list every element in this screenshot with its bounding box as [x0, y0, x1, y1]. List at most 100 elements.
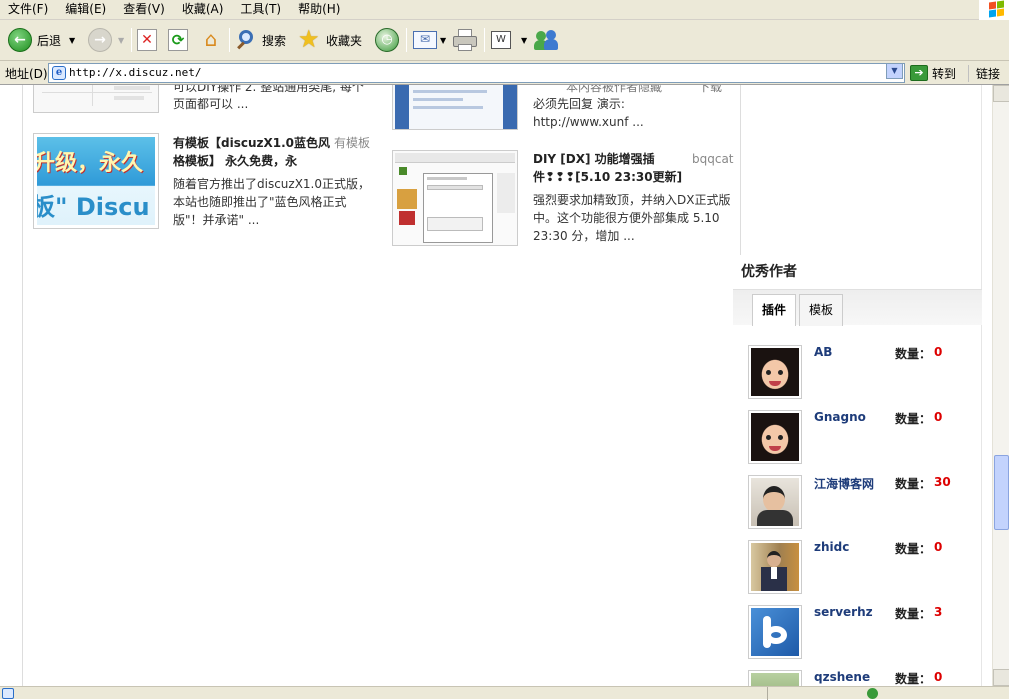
print-button[interactable] [452, 27, 478, 53]
history-icon: ◷ [375, 28, 399, 52]
article-summary: 版"！并承诺" ... [173, 213, 260, 227]
address-bar: 地址(D) e http://x.discuz.net/ ▼ ➔ 转到 链接 [0, 61, 1009, 85]
mail-button[interactable]: ✉ ▼ [413, 27, 446, 53]
favorites-button[interactable]: ★ 收藏夹 [298, 27, 362, 53]
tab-plugins[interactable]: 插件 [752, 294, 797, 326]
forward-button[interactable]: → ▼ [88, 27, 124, 53]
forward-arrow-icon: → [88, 28, 112, 52]
count-value: 0 [934, 410, 943, 424]
avatar[interactable] [748, 605, 802, 659]
edit-page-icon: W [491, 31, 511, 49]
menu-favorites[interactable]: 收藏(A) [174, 0, 233, 20]
article-summary: 中。这个功能很方便外部集成 5.10 [533, 211, 720, 225]
stop-button[interactable]: ✕ [137, 27, 157, 53]
count-value: 0 [934, 540, 943, 554]
favorites-label: 收藏夹 [326, 33, 363, 48]
author-row[interactable]: 江海博客网 数量： 30 [748, 475, 978, 529]
left-border [22, 85, 23, 686]
edit-dropdown-icon[interactable]: ▼ [521, 36, 527, 45]
count-label: 数量： [895, 542, 932, 556]
article-thumbnail[interactable]: 升级，永久 板" Discu [33, 133, 159, 229]
count-value: 30 [934, 475, 951, 489]
search-icon [234, 28, 258, 52]
links-button[interactable]: 链接 [968, 65, 1000, 82]
menu-edit[interactable]: 编辑(E) [57, 0, 115, 20]
avatar[interactable] [748, 410, 802, 464]
stop-icon: ✕ [137, 29, 157, 51]
scrollbar-thumb[interactable] [994, 455, 1009, 530]
menu-file[interactable]: 文件(F) [0, 0, 57, 20]
windows-logo-icon [979, 0, 1009, 20]
printer-icon [452, 29, 478, 51]
back-arrow-icon: ← [8, 28, 32, 52]
article-thumbnail[interactable] [33, 85, 159, 113]
author-name[interactable]: AB [814, 345, 832, 359]
download-label: 下载 [698, 85, 723, 94]
author-name[interactable]: zhidc [814, 540, 849, 554]
author-name[interactable]: qzshene [814, 670, 870, 684]
article-summary: 强烈要求加精致顶，并纳入DX正式版 [533, 193, 731, 207]
internet-zone-icon [867, 688, 878, 699]
history-button[interactable]: ◷ [375, 27, 399, 53]
menu-view[interactable]: 查看(V) [115, 0, 174, 20]
author-row[interactable]: serverhz 数量： 3 [748, 605, 978, 659]
status-bar [0, 686, 1009, 700]
messenger-button[interactable] [534, 27, 560, 53]
article-thumbnail[interactable] [392, 85, 518, 130]
author-row[interactable]: qzshene 数量： 0 [748, 670, 978, 686]
home-button[interactable]: ⌂ [198, 27, 224, 53]
author-name[interactable]: serverhz [814, 605, 873, 619]
favorites-star-icon: ★ [298, 25, 320, 53]
search-label: 搜索 [262, 33, 287, 48]
thumbnail-banner-text: 板" Discu [37, 193, 150, 221]
page-status-icon [2, 688, 14, 699]
edit-button[interactable]: W ▼ [491, 27, 527, 53]
back-label: 后退 [37, 33, 62, 48]
go-button[interactable]: ➔ 转到 [910, 63, 956, 83]
article-title[interactable]: 有模板【discuzX1.0蓝色风 [173, 134, 330, 152]
vertical-scrollbar[interactable] [992, 85, 1009, 686]
count-value: 0 [934, 345, 943, 359]
toolbar: ← 后退 ▼ → ▼ ✕ ⟳ ⌂ 搜索 ★ 收藏夹 ◷ ✉ ▼ W ▼ [0, 20, 1009, 61]
menu-help[interactable]: 帮助(H) [290, 0, 349, 20]
article-summary: http://www.xunf ... [533, 115, 644, 129]
count-label: 数量： [895, 607, 932, 621]
mail-icon: ✉ [413, 31, 437, 49]
right-border [981, 85, 982, 686]
featured-authors-heading: 优秀作者 [741, 264, 797, 280]
article-author[interactable]: 有模板 [334, 134, 370, 152]
author-name[interactable]: 江海博客网 [814, 475, 874, 492]
author-row[interactable]: zhidc 数量： 0 [748, 540, 978, 594]
article-summary: 页面都可以 ... [173, 97, 249, 111]
address-input[interactable]: e http://x.discuz.net/ [48, 63, 905, 83]
back-dropdown-icon[interactable]: ▼ [69, 36, 75, 45]
article-title[interactable]: 件❢❢❢[5.10 23:30更新] [533, 168, 682, 186]
refresh-button[interactable]: ⟳ [168, 27, 188, 53]
author-row[interactable]: AB 数量： 0 [748, 345, 978, 399]
avatar[interactable] [748, 540, 802, 594]
back-button[interactable]: ← 后退 ▼ [8, 27, 75, 53]
count-label: 数量： [895, 412, 932, 426]
article-author[interactable]: bqqcat [692, 150, 734, 168]
search-button[interactable]: 搜索 [234, 27, 286, 53]
article-summary: 必须先回复 演示: [533, 97, 625, 111]
tab-templates[interactable]: 模板 [799, 294, 844, 326]
article-title[interactable]: 格模板】 永久免费，永 [173, 152, 297, 170]
scroll-up-button[interactable] [993, 85, 1009, 102]
menu-tools[interactable]: 工具(T) [232, 0, 290, 20]
article-title[interactable]: DIY [DX] 功能增强插 [533, 150, 655, 168]
forward-dropdown-icon[interactable]: ▼ [118, 36, 124, 45]
author-name[interactable]: Gnagno [814, 410, 866, 424]
avatar[interactable] [748, 670, 802, 686]
address-label: 地址(D) [5, 67, 48, 81]
count-label: 数量： [895, 672, 932, 686]
avatar[interactable] [748, 475, 802, 529]
mail-dropdown-icon[interactable]: ▼ [440, 36, 446, 45]
thumbnail-banner-text: 升级，永久 [37, 151, 144, 176]
scroll-down-button[interactable] [993, 669, 1009, 686]
sidebar-divider [740, 85, 741, 255]
author-row[interactable]: Gnagno 数量： 0 [748, 410, 978, 464]
avatar[interactable] [748, 345, 802, 399]
address-dropdown-button[interactable]: ▼ [886, 63, 903, 79]
article-thumbnail[interactable] [392, 150, 518, 246]
